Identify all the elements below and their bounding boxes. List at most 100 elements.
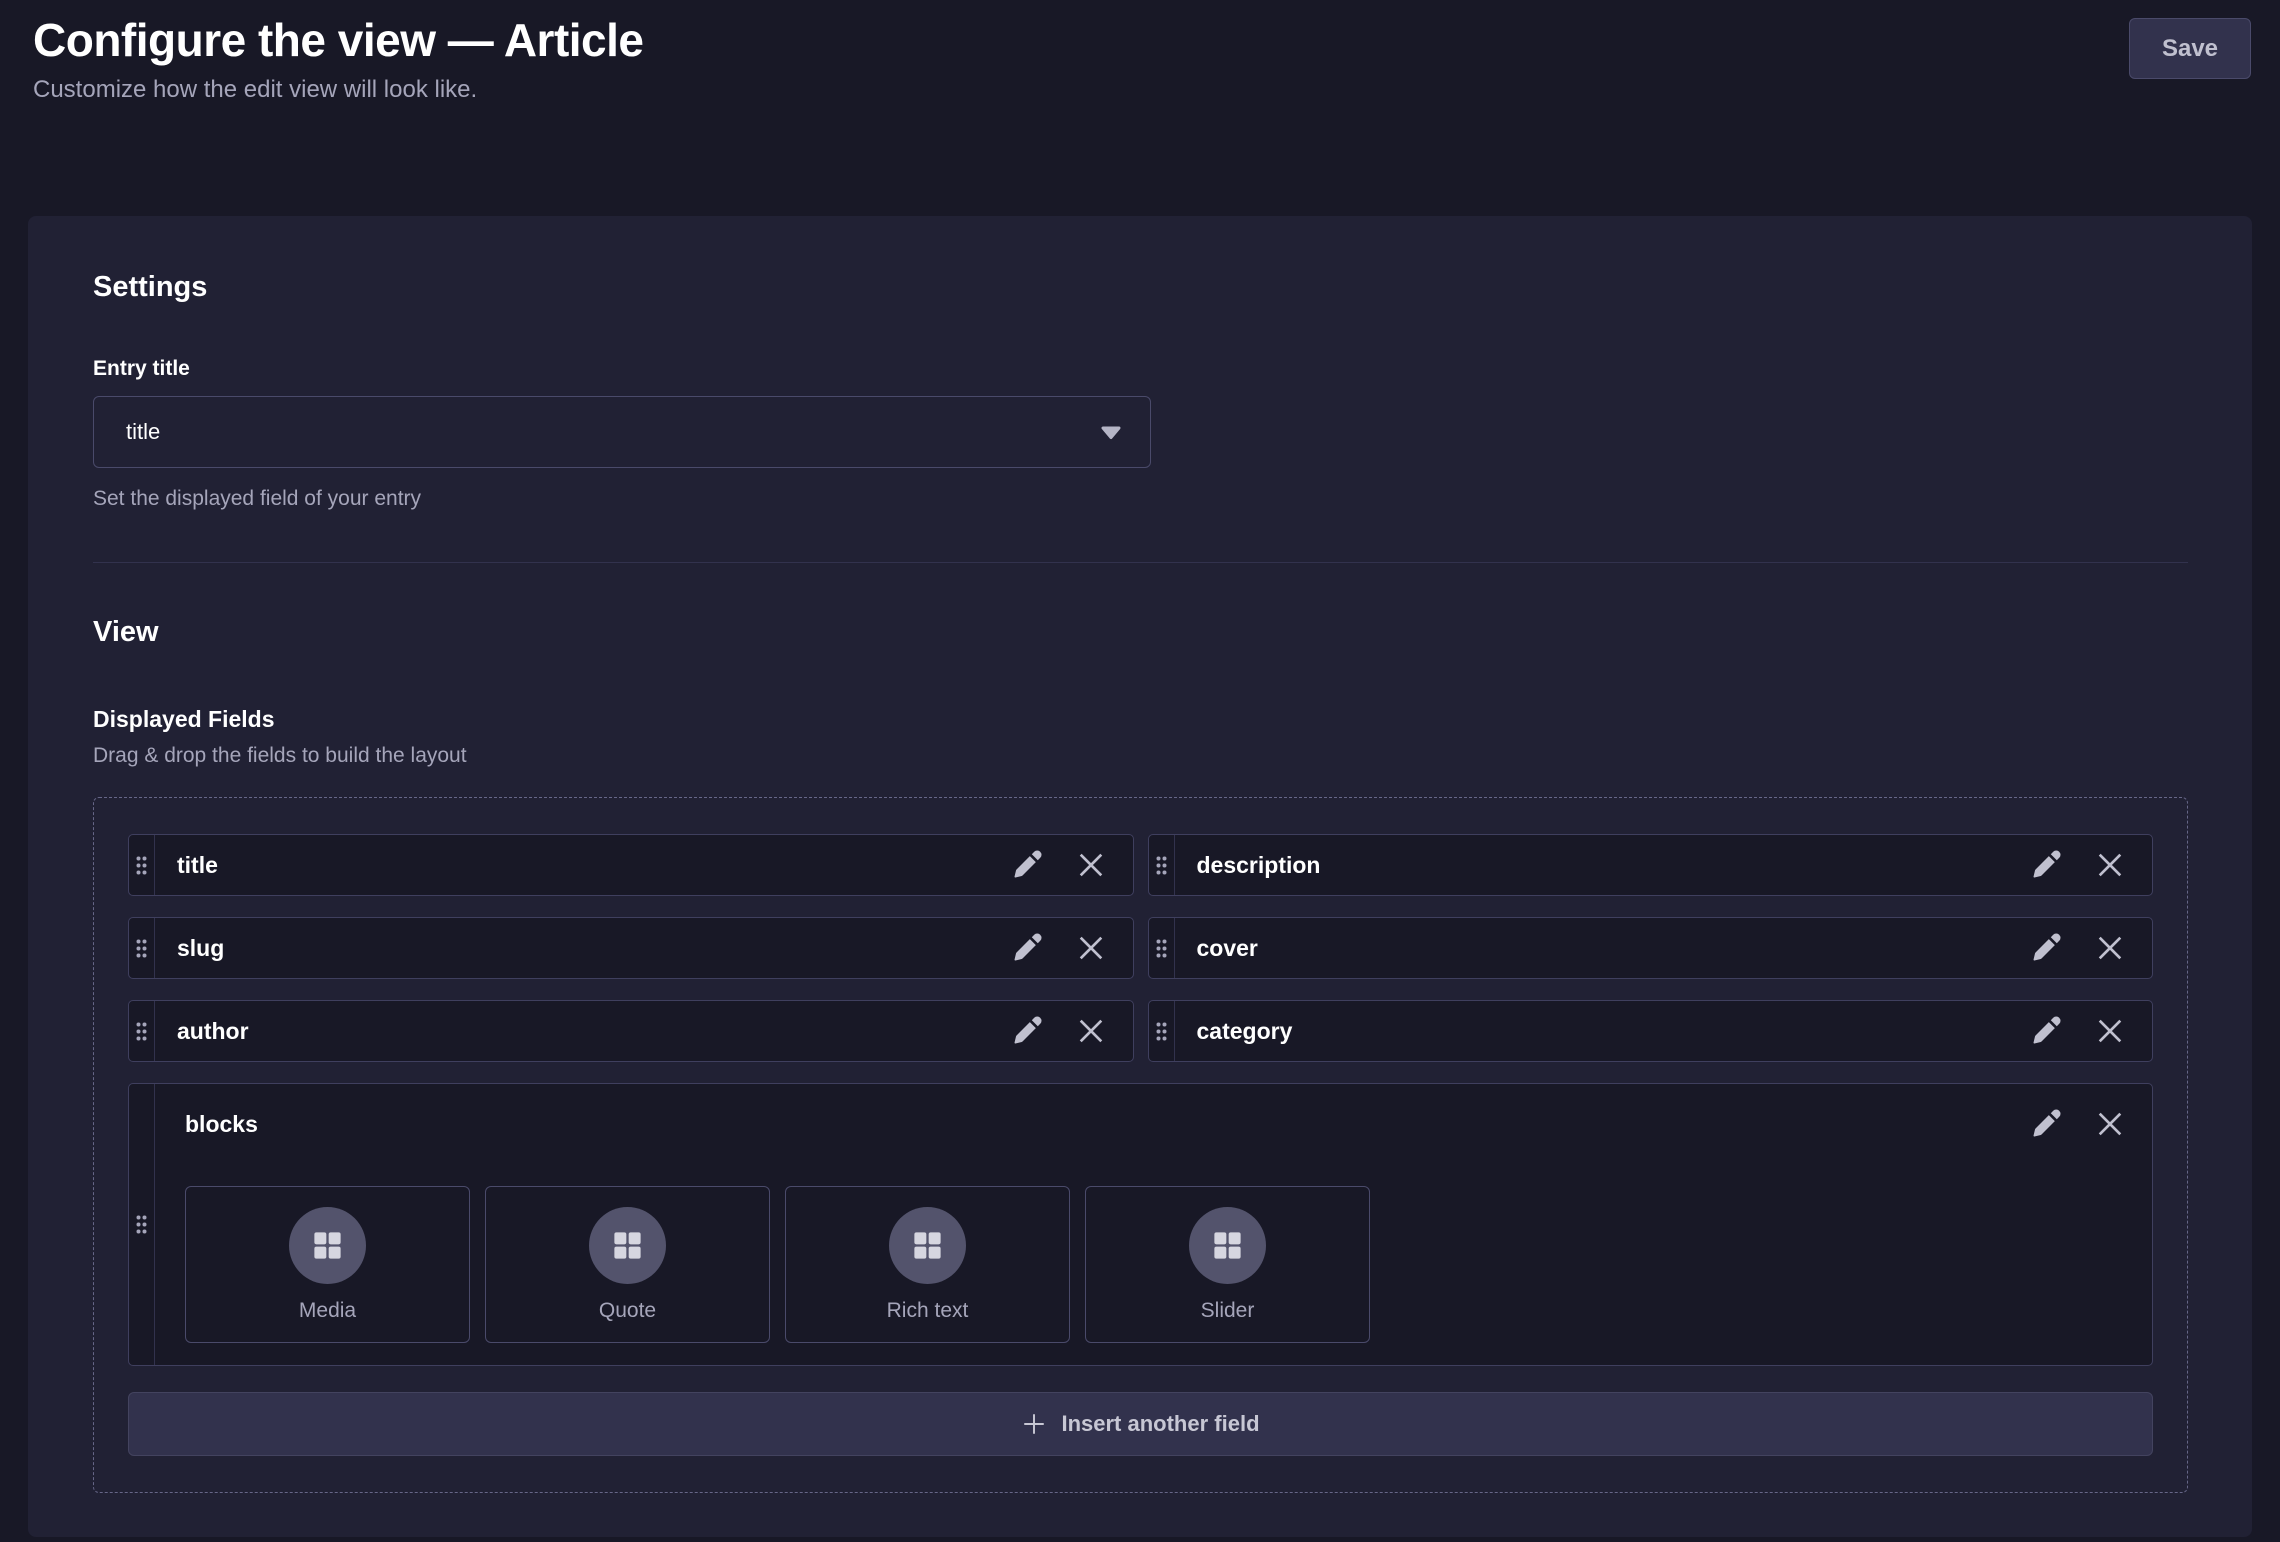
drag-handle[interactable]	[129, 1001, 155, 1061]
pencil-icon	[2028, 1013, 2064, 1049]
field-card-category: category	[1148, 1000, 2154, 1062]
grid-icon	[910, 1228, 945, 1263]
drag-handle[interactable]	[129, 918, 155, 978]
edit-field-button[interactable]	[2026, 845, 2066, 885]
drag-dots-icon	[135, 1021, 148, 1042]
page-subtitle: Customize how the edit view will look li…	[33, 76, 644, 104]
view-heading: View	[93, 615, 2188, 649]
component-icon-circle	[1189, 1207, 1266, 1284]
drag-dots-icon	[135, 938, 148, 959]
field-actions	[2026, 1001, 2152, 1061]
grid-icon	[1210, 1228, 1245, 1263]
component-card-quote[interactable]: Quote	[485, 1186, 770, 1343]
field-actions	[2026, 835, 2152, 895]
component-label: Media	[299, 1299, 356, 1323]
field-label: blocks	[185, 1111, 258, 1138]
close-icon	[1072, 846, 1110, 884]
field-label: cover	[1175, 918, 2027, 978]
field-card-cover: cover	[1148, 917, 2154, 979]
field-actions	[1007, 1001, 1133, 1061]
drag-dots-icon	[135, 855, 148, 876]
pencil-icon	[2028, 1106, 2064, 1142]
drag-dots-icon	[1155, 938, 1168, 959]
field-actions	[1007, 918, 1133, 978]
remove-field-button[interactable]	[2090, 1104, 2130, 1144]
field-label: slug	[155, 918, 1007, 978]
component-label: Slider	[1201, 1299, 1255, 1323]
component-icon-circle	[889, 1207, 966, 1284]
plus-icon	[1021, 1411, 1047, 1437]
field-actions	[2026, 1104, 2130, 1144]
save-button[interactable]: Save	[2129, 18, 2251, 79]
pencil-icon	[1009, 847, 1045, 883]
fields-grid: title description	[128, 834, 2153, 1062]
drag-dots-icon	[1155, 1021, 1168, 1042]
remove-field-button[interactable]	[1071, 1011, 1111, 1051]
entry-title-value: title	[126, 419, 160, 445]
section-divider	[93, 562, 2188, 563]
close-icon	[2091, 1105, 2129, 1143]
chevron-down-icon	[1100, 425, 1122, 440]
drag-handle[interactable]	[1149, 918, 1175, 978]
close-icon	[2091, 846, 2129, 884]
drag-handle[interactable]	[129, 835, 155, 895]
fields-dropzone: title description	[93, 797, 2188, 1493]
remove-field-button[interactable]	[2090, 928, 2130, 968]
component-card-rich-text[interactable]: Rich text	[785, 1186, 1070, 1343]
drag-handle[interactable]	[1149, 835, 1175, 895]
field-label: category	[1175, 1001, 2027, 1061]
field-card-title: title	[128, 834, 1134, 896]
field-label: description	[1175, 835, 2027, 895]
edit-field-button[interactable]	[2026, 1011, 2066, 1051]
field-card-author: author	[128, 1000, 1134, 1062]
edit-field-button[interactable]	[1007, 845, 1047, 885]
entry-title-hint: Set the displayed field of your entry	[93, 486, 2188, 512]
edit-field-button[interactable]	[1007, 1011, 1047, 1051]
field-actions	[1007, 835, 1133, 895]
settings-heading: Settings	[93, 270, 2188, 304]
grid-icon	[610, 1228, 645, 1263]
remove-field-button[interactable]	[2090, 845, 2130, 885]
pencil-icon	[2028, 847, 2064, 883]
close-icon	[2091, 929, 2129, 967]
component-card-slider[interactable]: Slider	[1085, 1186, 1370, 1343]
component-cards: Media Quote Rich text	[185, 1186, 2130, 1343]
close-icon	[1072, 929, 1110, 967]
entry-title-label: Entry title	[93, 356, 2188, 382]
remove-field-button[interactable]	[1071, 845, 1111, 885]
component-label: Quote	[599, 1299, 656, 1323]
edit-field-button[interactable]	[2026, 1104, 2066, 1144]
pencil-icon	[2028, 930, 2064, 966]
field-label: title	[155, 835, 1007, 895]
blocks-content: blocks Media	[155, 1084, 2152, 1365]
remove-field-button[interactable]	[2090, 1011, 2130, 1051]
entry-title-select[interactable]: title	[93, 396, 1151, 468]
displayed-fields-label: Displayed Fields	[93, 705, 2188, 733]
field-label: author	[155, 1001, 1007, 1061]
pencil-icon	[1009, 930, 1045, 966]
configure-view-panel: Settings Entry title title Set the displ…	[28, 216, 2252, 1537]
remove-field-button[interactable]	[1071, 928, 1111, 968]
field-card-description: description	[1148, 834, 2154, 896]
edit-field-button[interactable]	[1007, 928, 1047, 968]
component-label: Rich text	[887, 1299, 969, 1323]
component-icon-circle	[289, 1207, 366, 1284]
page-header: Configure the view — Article Customize h…	[0, 0, 2280, 104]
page-header-text: Configure the view — Article Customize h…	[33, 12, 644, 104]
field-card-blocks: blocks Media	[128, 1083, 2153, 1366]
field-actions	[2026, 918, 2152, 978]
close-icon	[1072, 1012, 1110, 1050]
close-icon	[2091, 1012, 2129, 1050]
blocks-header: blocks	[185, 1104, 2130, 1144]
edit-field-button[interactable]	[2026, 928, 2066, 968]
drag-handle[interactable]	[1149, 1001, 1175, 1061]
drag-handle[interactable]	[129, 1084, 155, 1365]
insert-field-button[interactable]: Insert another field	[128, 1392, 2153, 1456]
drag-dots-icon	[1155, 855, 1168, 876]
page-title: Configure the view — Article	[33, 12, 644, 68]
component-card-media[interactable]: Media	[185, 1186, 470, 1343]
grid-icon	[310, 1228, 345, 1263]
displayed-fields-hint: Drag & drop the fields to build the layo…	[93, 743, 2188, 769]
field-card-slug: slug	[128, 917, 1134, 979]
component-icon-circle	[589, 1207, 666, 1284]
